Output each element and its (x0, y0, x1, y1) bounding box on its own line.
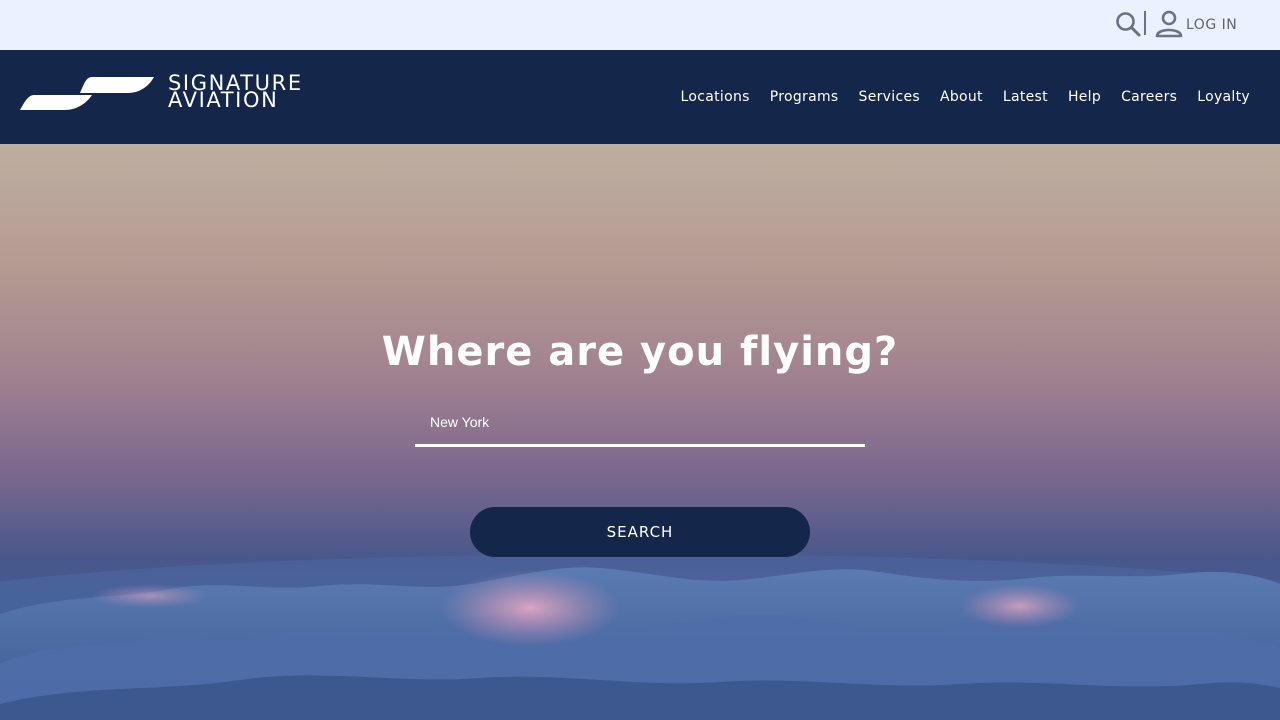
nav-help[interactable]: Help (1068, 87, 1101, 107)
nav-latest[interactable]: Latest (1003, 87, 1048, 107)
location-search-input[interactable] (415, 399, 865, 447)
logo-mark-icon[interactable] (20, 76, 156, 112)
login-link[interactable]: LOG IN (1186, 16, 1237, 34)
search-button[interactable]: SEARCH (470, 507, 810, 557)
main-header: SIGNATURE AVIATION Locations Programs Se… (0, 50, 1280, 144)
search-icon[interactable] (1114, 10, 1142, 38)
utility-bar: LOG IN (0, 0, 1280, 50)
logo-wordmark[interactable]: SIGNATURE AVIATION (168, 73, 303, 111)
utility-divider (1144, 11, 1146, 35)
primary-nav: Locations Programs Services About Latest… (681, 87, 1250, 107)
hero-title: Where are you flying? (381, 329, 899, 375)
nav-about[interactable]: About (940, 87, 983, 107)
nav-locations[interactable]: Locations (681, 87, 750, 107)
hero-section: Where are you flying? SEARCH (0, 144, 1280, 720)
nav-programs[interactable]: Programs (770, 87, 839, 107)
user-icon[interactable] (1154, 10, 1184, 38)
nav-loyalty[interactable]: Loyalty (1197, 87, 1250, 107)
nav-careers[interactable]: Careers (1121, 87, 1177, 107)
nav-services[interactable]: Services (859, 87, 920, 107)
